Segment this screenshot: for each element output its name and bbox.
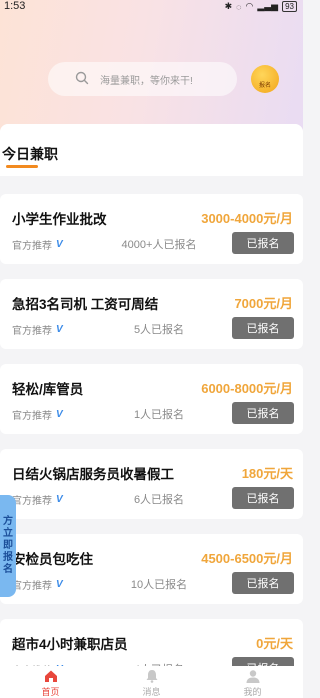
tab-home[interactable]: 首页 xyxy=(0,666,101,698)
home-icon xyxy=(44,670,57,682)
job-title: 日结火锅店服务员收暑假工 xyxy=(12,467,174,482)
verified-icon: V xyxy=(56,494,63,505)
job-applicant-count: 1人已报名 xyxy=(133,409,185,421)
tab-profile[interactable]: 我的 xyxy=(202,666,303,698)
float-ad-char: 报 xyxy=(3,552,13,563)
float-ad-char: 立 xyxy=(3,528,13,539)
tab-messages[interactable]: 消息 xyxy=(101,666,202,698)
float-ad-char: 方 xyxy=(3,516,13,527)
wifi-icon: ◠ xyxy=(245,1,254,11)
job-salary: 3000-4000元/月 xyxy=(201,211,293,226)
status-time: 1:53 xyxy=(4,0,26,12)
tab-label: 消息 xyxy=(142,687,161,697)
job-tag-label: 官方推荐 xyxy=(12,411,52,422)
floating-apply-banner[interactable]: 方 立 即 报 名 xyxy=(0,495,16,597)
bluetooth-icon: ✱ xyxy=(224,1,233,11)
today-section-header: 今日兼职 xyxy=(0,124,303,176)
user-icon xyxy=(246,670,259,683)
search-placeholder: 海量兼职，等你来干! xyxy=(100,75,193,87)
verified-icon: V xyxy=(56,409,63,420)
main-content: 今日兼职 小学生作业批改 3000-4000元/月 官方推荐 V 4000+人已报… xyxy=(0,124,303,698)
job-apply-button[interactable]: 已报名 xyxy=(232,317,294,339)
battery-icon: 93 xyxy=(282,1,297,12)
job-tag: 官方推荐 V xyxy=(12,407,63,422)
job-salary: 0元/天 xyxy=(256,636,293,651)
job-applicant-count: 10人已报名 xyxy=(130,579,188,591)
tab-label: 我的 xyxy=(243,687,262,697)
sign-up-label: 报名 xyxy=(258,83,271,89)
tab-label: 首页 xyxy=(41,687,60,697)
job-card[interactable]: 安检员包吃住 4500-6500元/月 官方推荐 V 10人已报名 已报名 xyxy=(0,534,303,604)
job-tag-label: 官方推荐 xyxy=(12,581,52,592)
mute-icon: ◌ xyxy=(236,1,242,12)
job-salary: 7000元/月 xyxy=(234,296,293,311)
job-salary: 4500-6500元/月 xyxy=(201,551,293,566)
search-icon xyxy=(75,71,89,85)
job-tag-label: 官方推荐 xyxy=(12,496,52,507)
job-title: 小学生作业批改 xyxy=(12,212,107,227)
job-apply-button[interactable]: 已报名 xyxy=(232,402,294,424)
job-card[interactable]: 小学生作业批改 3000-4000元/月 官方推荐 V 4000+人已报名 已报名 xyxy=(0,194,303,264)
job-applicant-count: 6人已报名 xyxy=(133,494,185,506)
verified-icon: V xyxy=(56,239,63,250)
job-title: 急招3名司机 工资可周结 xyxy=(12,297,159,312)
verified-icon: V xyxy=(56,579,63,590)
bottom-tab-bar: 首页 消息 我的 xyxy=(0,666,303,698)
job-applicant-count: 4000+人已报名 xyxy=(121,239,197,251)
job-title: 超市4小时兼职店员 xyxy=(12,637,128,652)
job-tag-label: 官方推荐 xyxy=(12,241,52,252)
job-tag-label: 官方推荐 xyxy=(12,326,52,337)
job-tag: 官方推荐 V xyxy=(12,577,63,592)
status-icons: ✱ ◌ ◠ ▂▃▅ 93 xyxy=(225,1,297,12)
job-card[interactable]: 急招3名司机 工资可周结 7000元/月 官方推荐 V 5人已报名 已报名 xyxy=(0,279,303,349)
float-ad-char: 名 xyxy=(3,564,13,575)
job-apply-button[interactable]: 已报名 xyxy=(232,232,294,254)
job-card[interactable]: 轻松/库管员 6000-8000元/月 官方推荐 V 1人已报名 已报名 xyxy=(0,364,303,434)
job-tag: 官方推荐 V xyxy=(12,322,63,337)
job-salary: 6000-8000元/月 xyxy=(201,381,293,396)
section-title-underline xyxy=(6,165,38,168)
float-ad-char: 即 xyxy=(3,540,13,551)
job-salary: 180元/天 xyxy=(241,466,293,481)
bell-icon xyxy=(146,670,157,683)
verified-icon: V xyxy=(56,324,63,335)
job-title: 轻松/库管员 xyxy=(12,382,84,397)
job-apply-button[interactable]: 已报名 xyxy=(232,572,294,594)
job-applicant-count: 5人已报名 xyxy=(133,324,185,336)
job-title: 安检员包吃住 xyxy=(12,552,93,567)
job-tag: 官方推荐 V xyxy=(12,492,63,507)
header-background: 1:53 ✱ ◌ ◠ ▂▃▅ 93 海量兼职，等你来干! 报名 xyxy=(0,0,303,132)
section-title: 今日兼职 xyxy=(2,146,58,162)
job-card[interactable]: 日结火锅店服务员收暑假工 180元/天 官方推荐 V 6人已报名 已报名 xyxy=(0,449,303,519)
signal-icon: ▂▃▅ xyxy=(257,1,279,11)
job-tag: 官方推荐 V xyxy=(12,237,63,252)
status-bar: 1:53 ✱ ◌ ◠ ▂▃▅ 93 xyxy=(0,0,303,14)
job-apply-button[interactable]: 已报名 xyxy=(232,487,294,509)
sign-up-button[interactable]: 报名 xyxy=(251,65,279,93)
